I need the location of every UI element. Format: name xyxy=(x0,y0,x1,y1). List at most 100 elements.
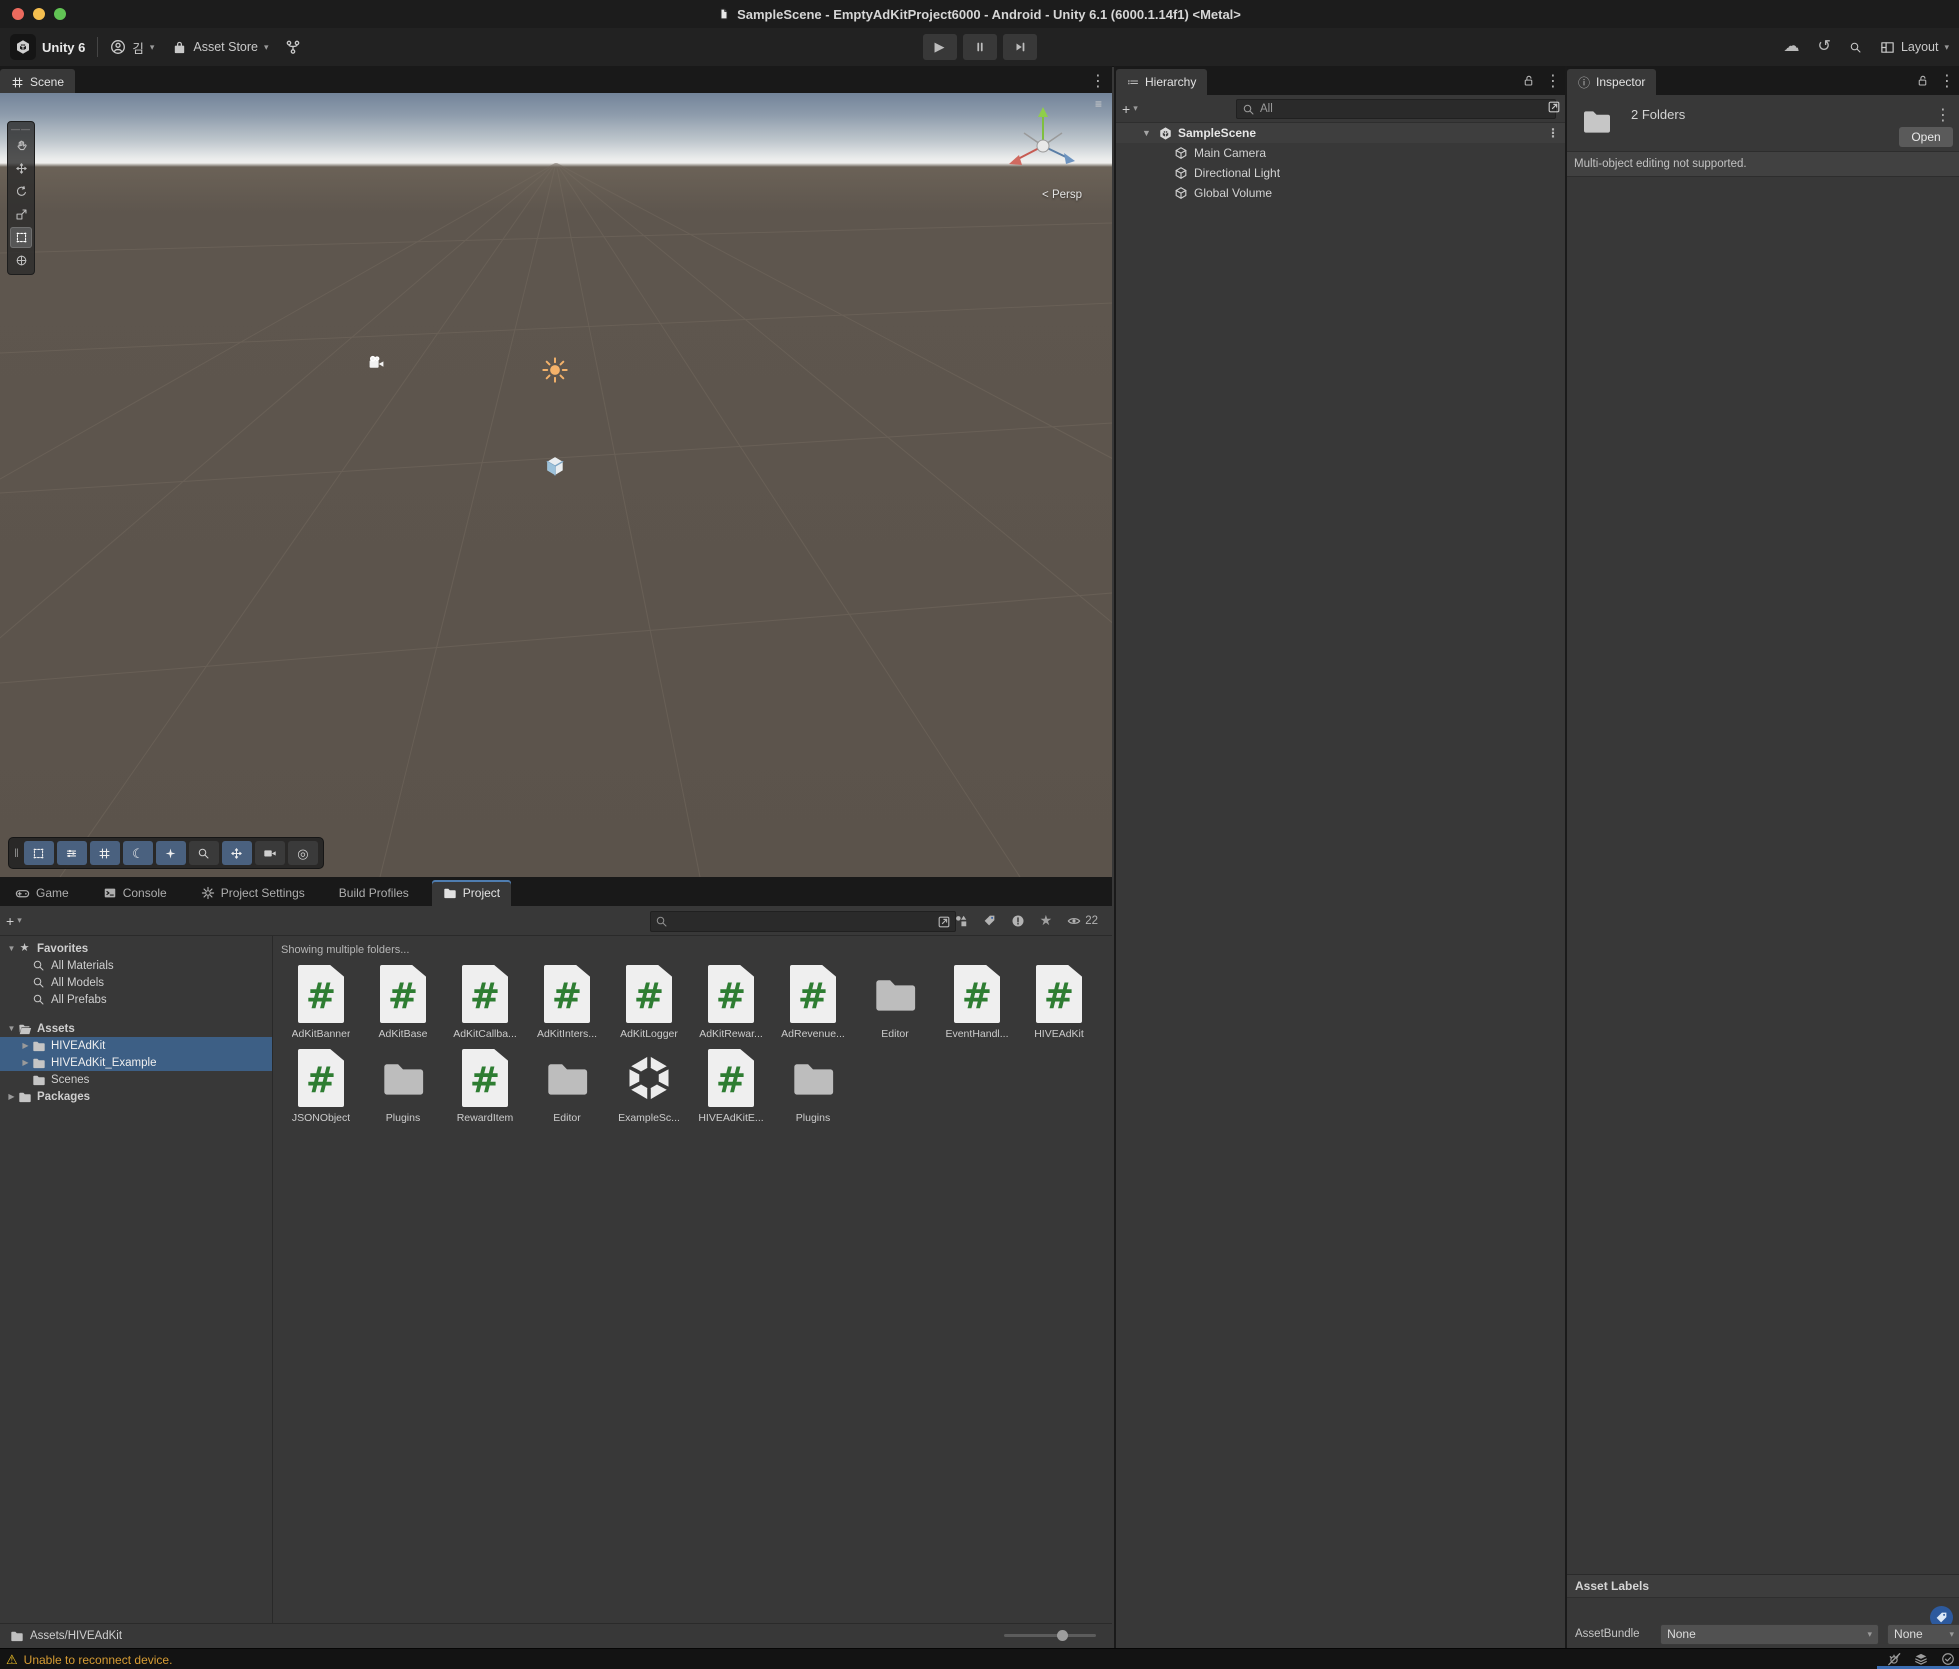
hierarchy-search-input[interactable]: All xyxy=(1236,99,1556,119)
tab-project-settings[interactable]: Project Settings xyxy=(190,880,316,906)
global-volume-gizmo[interactable] xyxy=(544,455,566,477)
overlay-drag-handle[interactable]: —— xyxy=(11,124,31,134)
favorites-filter-button[interactable]: ★ xyxy=(1040,912,1053,929)
shadows-overlay[interactable]: ☾ xyxy=(123,841,153,865)
debugger-detached-icon[interactable] xyxy=(1887,1652,1901,1666)
foldout-icon[interactable]: ▼ xyxy=(6,1024,17,1033)
step-button[interactable] xyxy=(1003,34,1037,60)
asset-tile-script[interactable]: #HIVEAdKitE... xyxy=(691,1046,771,1124)
navigation-compass[interactable]: ◎ xyxy=(288,841,318,865)
cloud-button[interactable]: ☁ xyxy=(1784,39,1800,55)
assetbundle-variant-dropdown[interactable]: None ▾ xyxy=(1887,1624,1959,1645)
thumbnail-size-slider[interactable] xyxy=(1004,1634,1096,1637)
hierarchy-item-directional-light[interactable]: Directional Light xyxy=(1116,163,1567,183)
account-menu[interactable]: 김 ▾ xyxy=(110,38,154,57)
foldout-icon[interactable]: ▶ xyxy=(20,1058,31,1067)
asset-tile-folder[interactable]: Editor xyxy=(855,962,935,1040)
view-tool[interactable] xyxy=(10,135,32,156)
rotate-tool[interactable] xyxy=(10,181,32,202)
gizmo-overlay-handle[interactable]: ≡ xyxy=(1095,97,1102,111)
hidden-count-badge[interactable]: 22 xyxy=(1067,914,1098,928)
filter-by-label-button[interactable] xyxy=(983,914,996,927)
layout-dropdown[interactable]: Layout ▾ xyxy=(1880,40,1949,55)
hierarchy-item-global-volume[interactable]: Global Volume xyxy=(1116,183,1567,203)
overlay-drag-handle[interactable]: ‖ xyxy=(14,846,19,860)
asset-tile-script[interactable]: #EventHandl... xyxy=(937,962,1017,1040)
sidebar-item-all-materials[interactable]: All Materials xyxy=(0,957,272,974)
asset-tile-script[interactable]: #AdKitBase xyxy=(363,962,443,1040)
foldout-icon[interactable]: ▶ xyxy=(6,1092,17,1101)
search-picker-icon[interactable] xyxy=(937,915,951,929)
view-options[interactable] xyxy=(57,841,87,865)
search-button[interactable] xyxy=(1849,41,1862,54)
transform-tool[interactable] xyxy=(10,250,32,271)
lock-icon[interactable] xyxy=(1522,74,1535,87)
sidebar-item-favorites[interactable]: ▼★Favorites xyxy=(0,940,272,957)
hierarchy-item-main-camera[interactable]: Main Camera xyxy=(1116,143,1567,163)
camera-gizmo[interactable] xyxy=(368,355,385,372)
panel-menu-icon[interactable]: ⋮ xyxy=(1090,71,1106,91)
asset-tile-folder[interactable]: Editor xyxy=(527,1046,607,1124)
asset-tile-script[interactable]: #RewardItem xyxy=(445,1046,525,1124)
version-control-button[interactable] xyxy=(285,39,301,55)
background-tasks-icon[interactable] xyxy=(1941,1652,1955,1666)
scene-root-row[interactable]: ▼ SampleScene ⋮ xyxy=(1116,123,1567,143)
grid-snap[interactable] xyxy=(90,841,120,865)
panel-menu-icon[interactable]: ⋮ xyxy=(1545,71,1561,91)
move-overlay[interactable] xyxy=(222,841,252,865)
pause-button[interactable] xyxy=(963,34,997,60)
sidebar-item-scenes[interactable]: Scenes xyxy=(0,1071,272,1088)
asset-tile-script[interactable]: #AdRevenue... xyxy=(773,962,853,1040)
create-asset-button[interactable]: +▾ xyxy=(6,913,22,929)
tab-scene[interactable]: Scene xyxy=(0,69,75,95)
row-menu-icon[interactable]: ⋮ xyxy=(1547,126,1559,140)
panel-menu-icon[interactable]: ⋮ xyxy=(1939,71,1955,91)
scene-viewport[interactable]: —— < Persp ≡ ‖ ☾ ◎ xyxy=(0,93,1112,877)
asset-tile-script[interactable]: #AdKitBanner xyxy=(281,962,361,1040)
gizmo-selector[interactable] xyxy=(156,841,186,865)
search-overlay[interactable] xyxy=(189,841,219,865)
slider-knob[interactable] xyxy=(1057,1630,1068,1641)
sidebar-item-hiveadkit-example[interactable]: ▶HIVEAdKit_Example xyxy=(0,1054,272,1071)
asset-tile-script[interactable]: #AdKitRewar... xyxy=(691,962,771,1040)
foldout-icon[interactable]: ▶ xyxy=(20,1041,31,1050)
perspective-label[interactable]: < Persp xyxy=(1042,189,1082,201)
sidebar-item-assets[interactable]: ▼Assets xyxy=(0,1020,272,1037)
asset-store-menu[interactable]: Asset Store ▾ xyxy=(172,40,268,55)
orientation-gizmo[interactable] xyxy=(1000,103,1086,189)
asset-tile-script[interactable]: #AdKitInters... xyxy=(527,962,607,1040)
assetbundle-dropdown[interactable]: None ▾ xyxy=(1660,1624,1879,1645)
asset-tile-script[interactable]: #AdKitCallba... xyxy=(445,962,525,1040)
asset-tile-script[interactable]: #JSONObject xyxy=(281,1046,361,1124)
inspector-menu-icon[interactable]: ⋮ xyxy=(1935,105,1951,125)
foldout-icon[interactable]: ▼ xyxy=(1142,128,1156,138)
tab-game[interactable]: Game xyxy=(4,880,80,906)
directional-light-gizmo[interactable] xyxy=(542,357,568,383)
picker-icon[interactable] xyxy=(1547,100,1561,114)
unity-hub-button[interactable]: Unity 6 xyxy=(10,34,85,60)
minimize-button[interactable] xyxy=(33,8,45,20)
close-button[interactable] xyxy=(12,8,24,20)
open-button[interactable]: Open xyxy=(1899,127,1953,147)
asset-tile-folder[interactable]: Plugins xyxy=(363,1046,443,1124)
asset-tile-folder[interactable]: Plugins xyxy=(773,1046,853,1124)
move-tool[interactable] xyxy=(10,158,32,179)
sidebar-item-packages[interactable]: ▶Packages xyxy=(0,1088,272,1105)
project-search-input[interactable] xyxy=(650,911,956,932)
cache-server-icon[interactable] xyxy=(1914,1652,1928,1666)
scale-tool[interactable] xyxy=(10,204,32,225)
rect-tool[interactable] xyxy=(10,227,32,248)
create-object-button[interactable]: +▾ xyxy=(1122,101,1138,117)
asset-tile-scene[interactable]: ExampleSc... xyxy=(609,1046,689,1124)
zoom-button[interactable] xyxy=(54,8,66,20)
tab-hierarchy[interactable]: ≔ Hierarchy xyxy=(1116,69,1207,95)
undo-history-button[interactable]: ↺ xyxy=(1818,39,1831,55)
asset-labels-header[interactable]: Asset Labels xyxy=(1567,1574,1959,1598)
play-button[interactable]: ▶ xyxy=(923,34,957,60)
camera-preview[interactable] xyxy=(255,841,285,865)
foldout-icon[interactable]: ▼ xyxy=(6,944,17,953)
filter-importance-button[interactable] xyxy=(1011,914,1025,928)
tab-console[interactable]: Console xyxy=(92,880,178,906)
tab-inspector[interactable]: ⓘ Inspector xyxy=(1567,69,1656,95)
tab-build-profiles[interactable]: Build Profiles xyxy=(328,880,420,906)
